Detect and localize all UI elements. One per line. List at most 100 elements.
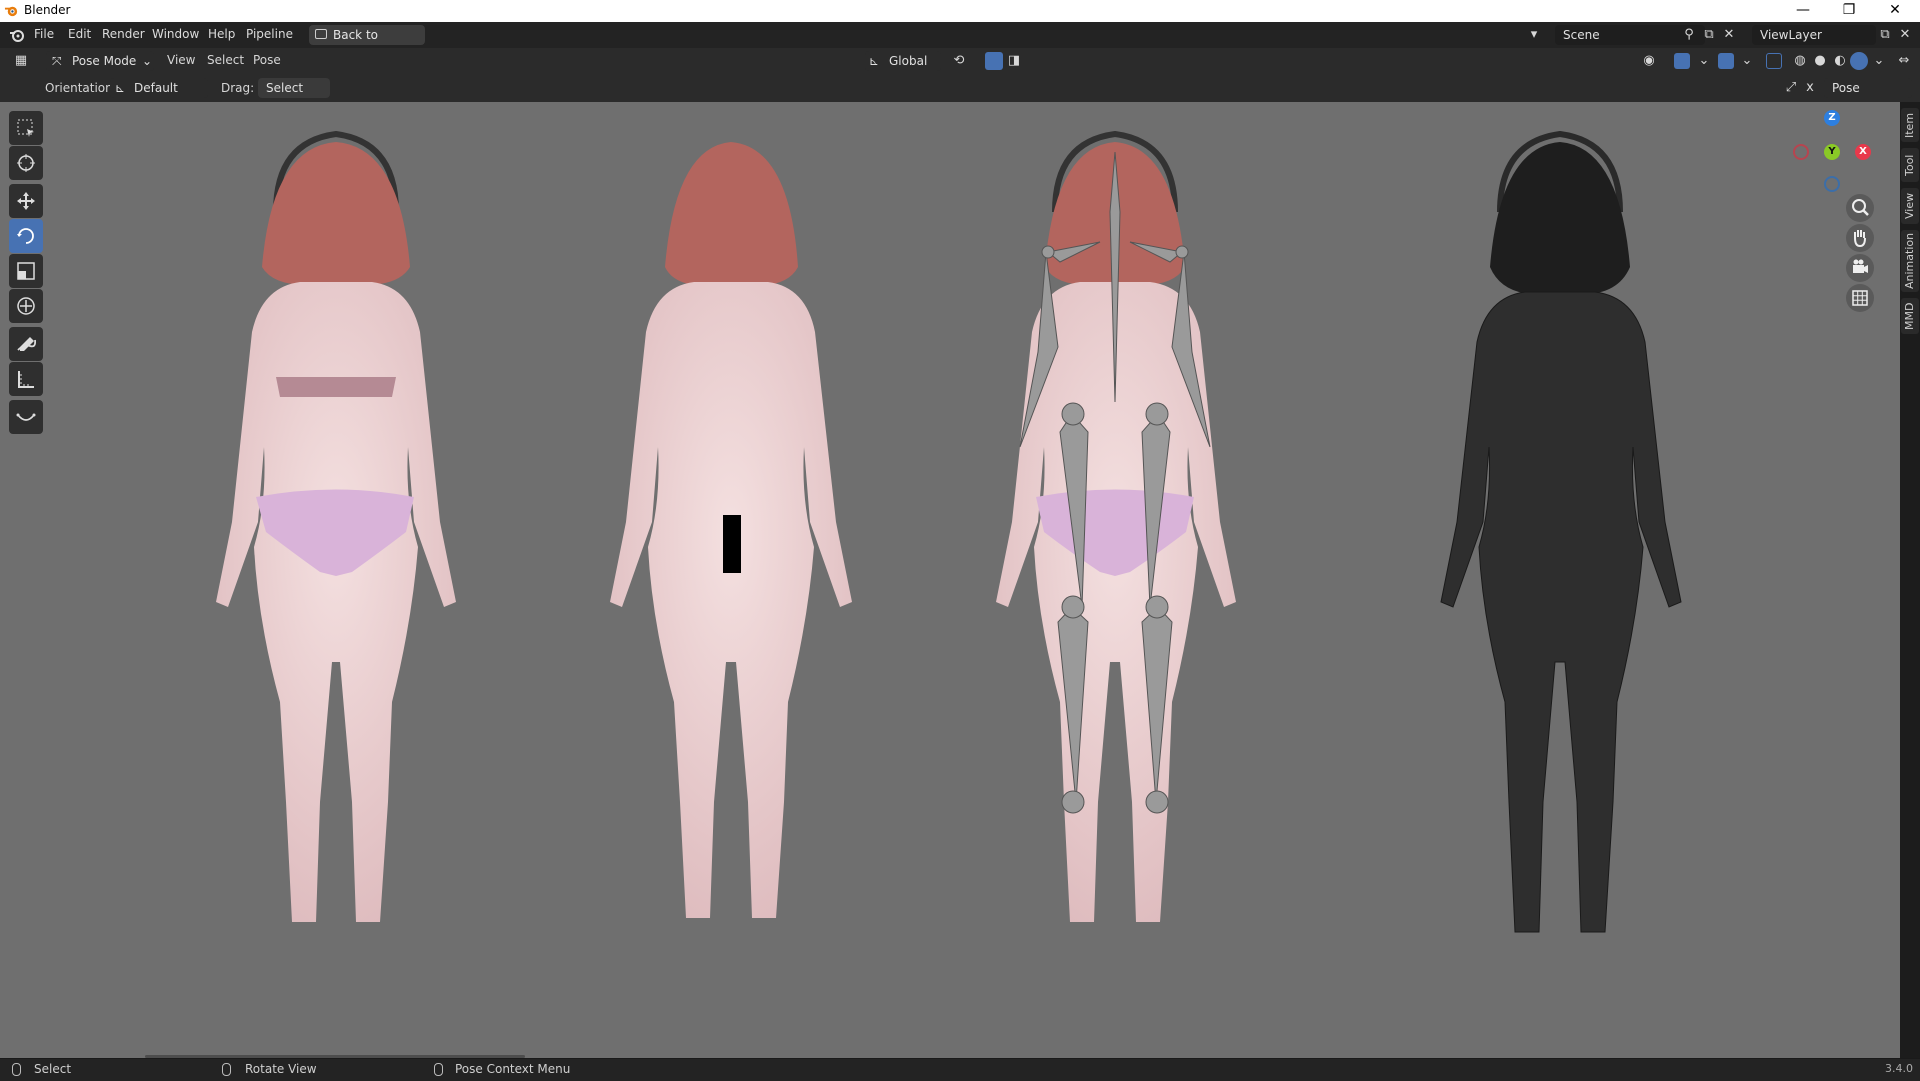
pivot-icon[interactable]: ⟲ xyxy=(950,52,968,70)
transform-orientation-dropdown[interactable]: ⊾ Global xyxy=(865,51,941,71)
annotate-tool[interactable] xyxy=(9,327,43,361)
mouse-left-icon xyxy=(12,1063,21,1076)
menu-view[interactable]: View xyxy=(167,53,195,67)
tab-item[interactable]: Item xyxy=(1901,108,1919,142)
scene-icon[interactable]: ▾ xyxy=(1525,26,1543,44)
rotate-icon xyxy=(17,228,34,244)
viewlayer-field[interactable]: ViewLayer xyxy=(1752,25,1876,45)
gizmo-x-axis[interactable]: X xyxy=(1855,144,1871,160)
tab-view[interactable]: View xyxy=(1901,188,1919,224)
hand-icon xyxy=(1854,230,1866,248)
editor-type-icon[interactable]: ▦ xyxy=(12,52,30,70)
gizmo-toggle[interactable] xyxy=(1674,53,1690,69)
measure-tool[interactable] xyxy=(9,362,43,396)
zoom-button[interactable] xyxy=(1846,194,1874,222)
camera-view-button[interactable] xyxy=(1846,254,1874,282)
pin-icon[interactable]: ⚲ xyxy=(1680,26,1698,44)
mode-label: Pose Mode xyxy=(72,54,137,68)
menu-window[interactable]: Window xyxy=(152,27,199,41)
mode-dropdown[interactable]: ⤧ Pose Mode ⌄ xyxy=(46,51,154,71)
xray-toggle[interactable] xyxy=(1766,53,1782,69)
status-context-menu: Pose Context Menu xyxy=(455,1062,571,1076)
new-viewlayer-icon[interactable]: ⧉ xyxy=(1876,26,1894,44)
blender-logo-icon xyxy=(4,6,18,17)
overlay-dropdown-icon[interactable]: ⌄ xyxy=(1738,52,1756,70)
character-model-2[interactable] xyxy=(610,142,852,918)
menu-file[interactable]: File xyxy=(34,27,54,41)
mouse-middle-icon xyxy=(222,1063,231,1076)
back-to-previous-button[interactable]: Back to Previous xyxy=(309,25,425,62)
rendered-shading-icon[interactable] xyxy=(1850,52,1868,70)
cursor-tool[interactable] xyxy=(9,146,43,180)
mirror-x-icon[interactable]: x xyxy=(1801,79,1819,97)
maximize-button[interactable]: ❐ xyxy=(1826,0,1872,22)
transform-icon xyxy=(17,297,35,315)
orientation-icon: ⊾ xyxy=(869,54,880,68)
menu-select[interactable]: Select xyxy=(207,53,244,67)
blender-menu-icon[interactable] xyxy=(9,27,25,43)
scene-name: Scene xyxy=(1563,28,1600,42)
viewlayer-name: ViewLayer xyxy=(1760,28,1822,42)
gizmo-z-axis[interactable]: Z xyxy=(1824,110,1840,126)
3d-viewport[interactable]: Z Y X xyxy=(0,102,1900,1058)
select-box-tool[interactable] xyxy=(9,111,43,145)
transform-tool[interactable] xyxy=(9,289,43,323)
visibility-icon[interactable]: ◉ xyxy=(1640,52,1658,70)
gizmo-dropdown-icon[interactable]: ⌄ xyxy=(1695,52,1713,70)
scale-tool[interactable] xyxy=(9,254,43,288)
status-rotate-view: Rotate View xyxy=(245,1062,317,1076)
character-model-4-wireframe[interactable] xyxy=(1440,130,1682,933)
overlay-toggle[interactable] xyxy=(1718,53,1734,69)
material-shading-icon[interactable]: ◐ xyxy=(1831,52,1849,70)
tab-animation[interactable]: Animation xyxy=(1901,230,1919,292)
character-model-1[interactable] xyxy=(216,130,456,922)
cursor-icon xyxy=(17,154,35,172)
wireframe-shading-icon[interactable]: ◍ xyxy=(1791,52,1809,70)
snap-target-icon[interactable]: ◨ xyxy=(1005,52,1023,70)
menu-render[interactable]: Render xyxy=(102,27,145,41)
zoom-icon xyxy=(1852,199,1869,216)
transform-orientation-label: Global xyxy=(889,54,928,68)
viewport-header: ▦ ⤧ Pose Mode ⌄ View Select Pose ⊾ Globa… xyxy=(0,48,1920,74)
menu-pipeline[interactable]: Pipeline xyxy=(246,27,293,41)
delete-viewlayer-icon[interactable]: ✕ xyxy=(1896,26,1914,44)
gizmo-y-axis[interactable]: Y xyxy=(1824,144,1840,160)
solid-shading-icon[interactable]: ● xyxy=(1811,52,1829,70)
pan-button[interactable] xyxy=(1846,224,1874,252)
tab-tool[interactable]: Tool xyxy=(1901,148,1919,182)
snap-toggle[interactable] xyxy=(985,52,1003,70)
status-select: Select xyxy=(34,1062,72,1076)
close-button[interactable]: ✕ xyxy=(1872,0,1918,22)
drag-dropdown[interactable]: Select Box xyxy=(258,78,330,115)
select-box-icon xyxy=(17,119,34,137)
expand-icon[interactable]: ⇔ xyxy=(1895,52,1913,70)
bone-tool-icon xyxy=(16,413,36,421)
rotate-tool[interactable] xyxy=(9,219,43,253)
viewlayer-icon[interactable] xyxy=(1728,26,1746,44)
viewport-scene xyxy=(216,130,1682,933)
tab-mmd[interactable]: MMD xyxy=(1901,298,1919,334)
chevron-down-icon: ⌄ xyxy=(142,54,153,68)
window-titlebar: Blender — ❐ ✕ xyxy=(0,0,1920,22)
menu-edit[interactable]: Edit xyxy=(68,27,91,41)
version-label: 3.4.0 xyxy=(1885,1062,1913,1075)
minimize-button[interactable]: — xyxy=(1780,0,1826,22)
menu-pose[interactable]: Pose xyxy=(253,53,281,67)
pose-mode-icon: ⤧ xyxy=(52,54,62,68)
top-menu-bar: File Edit Render Window Help Pipeline Ba… xyxy=(0,22,1920,62)
menu-help[interactable]: Help xyxy=(208,27,235,41)
ortho-toggle-button[interactable] xyxy=(1846,284,1874,312)
annotate-icon xyxy=(17,337,36,351)
gizmo-neg-x[interactable] xyxy=(1793,144,1809,160)
shading-dropdown-icon[interactable]: ⌄ xyxy=(1870,52,1888,70)
bone-tool[interactable] xyxy=(9,400,43,434)
orientation-dropdown[interactable]: ⊾ Default xyxy=(110,78,208,98)
mirror-icon[interactable]: ⤢ xyxy=(1782,79,1800,97)
mouse-right-icon xyxy=(434,1063,443,1076)
drag-label: Drag: xyxy=(221,81,255,95)
gizmo-neg-z[interactable] xyxy=(1824,176,1840,192)
move-tool[interactable] xyxy=(9,184,43,218)
grid-icon xyxy=(1852,290,1868,306)
new-scene-icon[interactable]: ⧉ xyxy=(1700,26,1718,44)
character-model-3-with-armature[interactable] xyxy=(996,130,1236,922)
